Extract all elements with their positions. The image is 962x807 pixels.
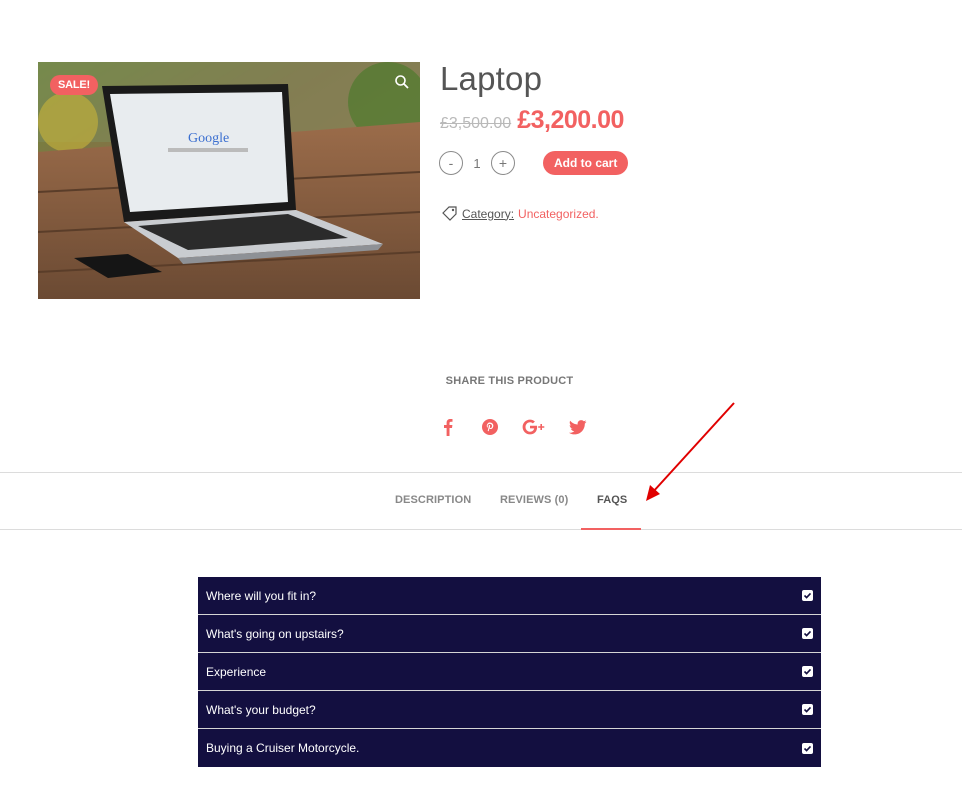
faq-item[interactable]: Experience (198, 653, 821, 691)
sale-badge: SALE! (50, 75, 99, 95)
price: £3,500.00 £3,200.00 (440, 106, 624, 135)
svg-text:Google: Google (188, 131, 229, 146)
faq-question: What's going on upstairs? (206, 626, 344, 641)
sale-price: £3,200.00 (517, 106, 624, 134)
tag-icon (441, 205, 458, 222)
checkbox-icon (802, 590, 813, 601)
faq-question: Where will you fit in? (206, 588, 317, 603)
product-image[interactable]: Google SALE! (38, 62, 420, 299)
google-plus-icon[interactable] (521, 416, 549, 438)
quantity-input[interactable]: 1 (463, 156, 491, 171)
laptop-photo: Google (38, 62, 420, 299)
facebook-icon[interactable] (437, 416, 459, 438)
pinterest-icon[interactable] (479, 416, 501, 438)
share-icons (437, 416, 589, 438)
faq-question: Experience (206, 664, 267, 679)
checkbox-icon (802, 666, 813, 677)
annotation-arrow (646, 402, 735, 501)
category-suffix: . (595, 206, 599, 221)
checkbox-icon (802, 628, 813, 639)
checkbox-icon (802, 704, 813, 715)
faq-item[interactable]: What's your budget? (198, 691, 821, 729)
product-title: Laptop (440, 60, 543, 97)
faq-list: Where will you fit in? What's going on u… (198, 577, 821, 767)
product-tabs: DESCRIPTION REVIEWS (0) FAQS (0, 472, 962, 530)
category-label: Category: (462, 206, 515, 221)
faq-item[interactable]: Where will you fit in? (198, 577, 821, 615)
tab-description[interactable]: DESCRIPTION (395, 494, 471, 506)
faq-item[interactable]: What's going on upstairs? (198, 615, 821, 653)
active-tab-indicator (581, 528, 641, 530)
add-to-cart-button[interactable]: Add to cart (543, 151, 629, 175)
quantity-plus-button[interactable]: + (491, 151, 515, 175)
tab-faqs[interactable]: FAQS (597, 494, 627, 506)
tab-reviews[interactable]: REVIEWS (0) (500, 494, 568, 506)
regular-price: £3,500.00 (440, 115, 512, 132)
faq-item[interactable]: Buying a Cruiser Motorcycle. (198, 729, 821, 767)
checkbox-icon (802, 742, 813, 754)
share-title: SHARE THIS PRODUCT (445, 375, 574, 387)
category-link[interactable]: Uncategorized (518, 207, 595, 221)
quantity-minus-button[interactable]: - (439, 151, 463, 175)
faq-question: What's your budget? (206, 702, 316, 717)
product-meta: Category: Uncategorized . (441, 205, 599, 222)
twitter-icon[interactable] (567, 416, 589, 438)
add-to-cart-form: - 1 + Add to cart (439, 151, 629, 175)
zoom-icon[interactable] (394, 74, 410, 90)
faq-question: Buying a Cruiser Motorcycle. (206, 741, 360, 755)
